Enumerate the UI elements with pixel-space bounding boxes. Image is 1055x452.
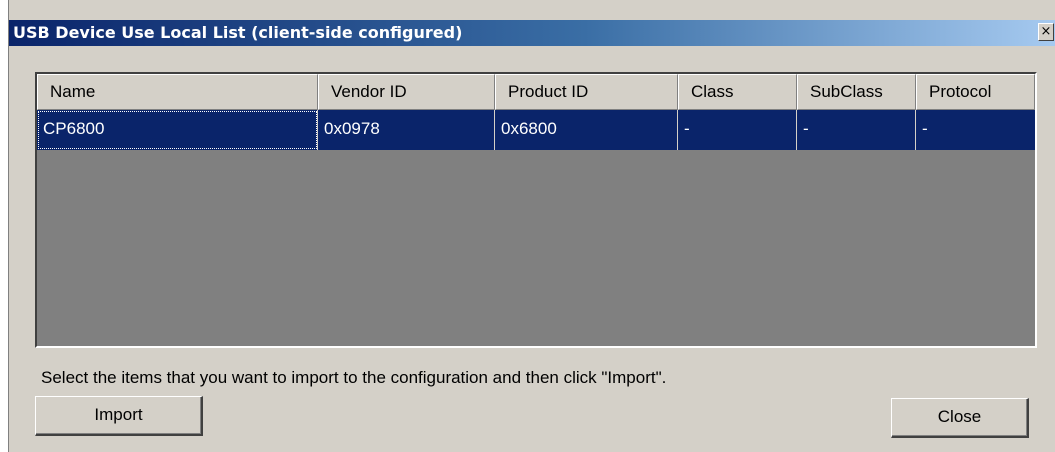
column-header-vendor-id[interactable]: Vendor ID [318, 74, 495, 110]
device-list[interactable]: Name Vendor ID Product ID Class SubClass… [35, 72, 1037, 348]
title-bar[interactable]: USB Device Use Local List (client-side c… [9, 20, 1055, 46]
table-row[interactable]: CP6800 0x0978 0x6800 - - - [37, 110, 1035, 150]
cell-subclass: - [797, 110, 916, 150]
cell-class: - [678, 110, 797, 150]
list-header: Name Vendor ID Product ID Class SubClass… [37, 74, 1035, 110]
window-title: USB Device Use Local List (client-side c… [13, 23, 463, 42]
column-header-name[interactable]: Name [37, 74, 318, 110]
close-icon[interactable]: × [1038, 23, 1054, 41]
column-header-product-id[interactable]: Product ID [495, 74, 678, 110]
cell-product-id: 0x6800 [495, 110, 678, 150]
cell-vendor-id: 0x0978 [318, 110, 495, 150]
cell-protocol: - [922, 119, 928, 138]
usb-device-dialog: USB Device Use Local List (client-side c… [8, 0, 1055, 452]
instructions-text: Select the items that you want to import… [41, 368, 667, 387]
import-button[interactable]: Import [35, 396, 203, 436]
column-header-protocol[interactable]: Protocol [916, 74, 1035, 110]
column-header-subclass[interactable]: SubClass [797, 74, 916, 110]
close-button[interactable]: Close [891, 398, 1029, 438]
column-header-class[interactable]: Class [678, 74, 797, 110]
cell-name: CP6800 [37, 110, 318, 150]
